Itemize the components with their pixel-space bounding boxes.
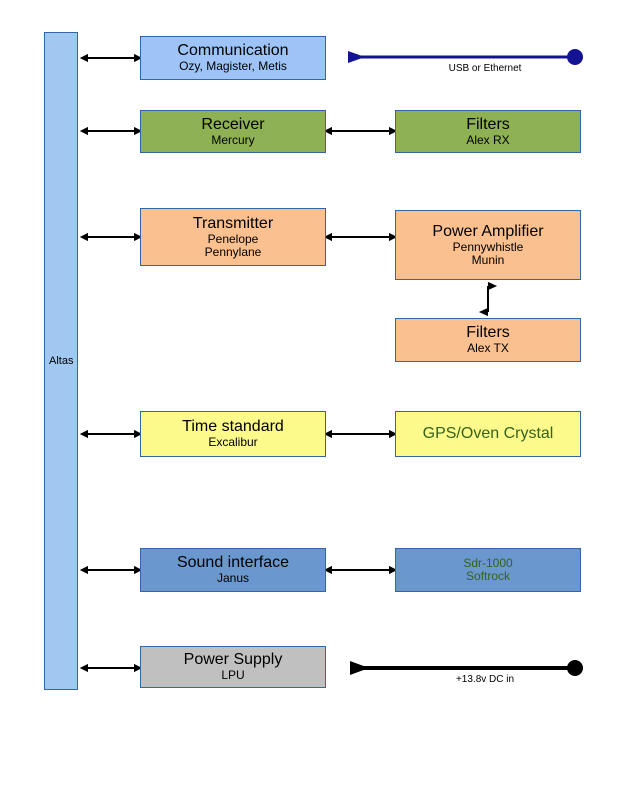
node-sdr-softrock-subtitle-1: Sdr-1000 — [463, 555, 513, 570]
node-filters-tx-subtitle-1: Alex TX — [467, 341, 509, 356]
node-power-supply[interactable]: Power Supply LPU — [140, 646, 326, 688]
node-transmitter-subtitle-1: Penelope — [207, 231, 259, 246]
node-transmitter-subtitle-2: Pennylane — [204, 244, 262, 259]
backbone-bar-altas[interactable]: Altas — [44, 32, 78, 690]
node-receiver-title: Receiver — [201, 115, 265, 133]
node-transmitter-title: Transmitter — [192, 214, 274, 232]
node-filters-tx[interactable]: Filters Alex TX — [395, 318, 581, 362]
node-filters-rx-subtitle-1: Alex RX — [466, 132, 510, 147]
node-communication-title: Communication — [177, 42, 289, 60]
node-power-supply-title: Power Supply — [183, 651, 283, 669]
node-filters-rx-title: Filters — [466, 115, 510, 133]
node-communication[interactable]: Communication Ozy, Magister, Metis — [140, 36, 326, 80]
node-transmitter[interactable]: Transmitter Penelope Pennylane — [140, 208, 326, 266]
node-power-amplifier-subtitle-2: Munin — [471, 252, 505, 267]
node-time-standard-title: Time standard — [182, 418, 284, 436]
node-sound-interface[interactable]: Sound interface Janus — [140, 548, 326, 592]
node-power-amplifier-subtitle-1: Pennywhistle — [452, 239, 524, 254]
node-filters-rx[interactable]: Filters Alex RX — [395, 110, 581, 153]
node-communication-subtitle-1: Ozy, Magister, Metis — [179, 59, 287, 74]
node-receiver-subtitle-1: Mercury — [211, 132, 255, 147]
edge-label-usb-or-ethernet: USB or Ethernet — [448, 63, 522, 74]
node-receiver[interactable]: Receiver Mercury — [140, 110, 326, 153]
node-power-amplifier[interactable]: Power Amplifier Pennywhistle Munin — [395, 210, 581, 280]
node-time-standard[interactable]: Time standard Excalibur — [140, 411, 326, 457]
node-gps-oven-crystal[interactable]: GPS/Oven Crystal — [395, 411, 581, 457]
node-power-amplifier-title: Power Amplifier — [432, 222, 544, 240]
node-power-supply-subtitle-1: LPU — [221, 668, 245, 683]
node-filters-tx-title: Filters — [466, 324, 510, 342]
node-sound-interface-subtitle-1: Janus — [216, 571, 250, 586]
node-time-standard-subtitle-1: Excalibur — [208, 435, 258, 450]
block-diagram-canvas: Altas Communication Ozy, Magister, Metis… — [0, 0, 622, 804]
node-sound-interface-title: Sound interface — [176, 554, 290, 572]
backbone-label: Altas — [49, 355, 74, 367]
node-sdr-softrock[interactable]: Sdr-1000 Softrock — [395, 548, 581, 592]
edge-label-dc-in: +13.8v DC in — [455, 674, 515, 685]
node-sdr-softrock-subtitle-2: Softrock — [465, 569, 510, 583]
node-gps-oven-crystal-title: GPS/Oven Crystal — [422, 425, 554, 443]
